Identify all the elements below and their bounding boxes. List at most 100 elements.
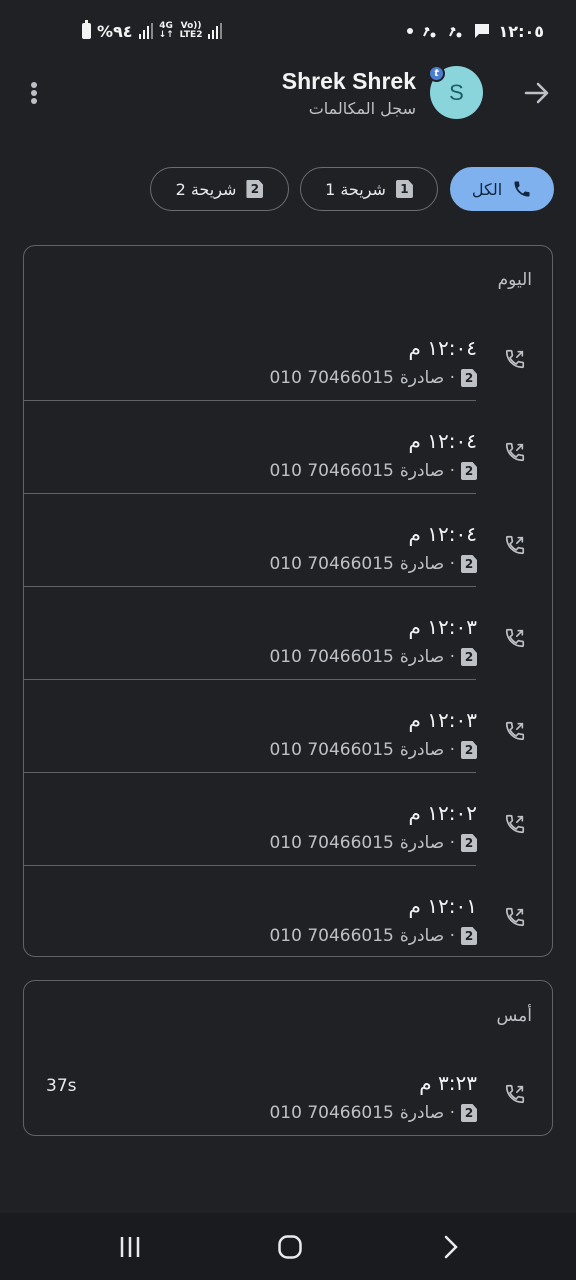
call-time: ١٢:٠٤ م bbox=[408, 522, 477, 546]
call-detail: 010 70466015 صادرة · 2 bbox=[269, 1103, 477, 1123]
network-4g-text: 4G bbox=[159, 21, 173, 31]
message-icon bbox=[474, 24, 489, 38]
sim1-icon: 1 bbox=[395, 180, 413, 198]
more-vert-icon bbox=[31, 98, 37, 104]
status-right: ١٢:٠٥ bbox=[406, 21, 544, 41]
call-detail: 010 70466015 صادرة · 2 bbox=[269, 740, 477, 760]
yesterday-section: أمس ٣:٢٣ م 010 70466015 صادرة · 2 37s bbox=[23, 980, 553, 1136]
sim2-icon-number: 2 bbox=[250, 182, 260, 196]
avatar-letter: S bbox=[449, 79, 464, 105]
avatar-badge-letter: t bbox=[434, 68, 439, 79]
call-log-entry[interactable]: ١٢:٠٤ م 010 70466015 صادرة · 2 bbox=[24, 401, 552, 494]
section-heading-today: اليوم bbox=[497, 270, 532, 290]
sim-number: 2 bbox=[464, 650, 474, 664]
sim-card-icon: 2 bbox=[461, 555, 477, 573]
home-icon[interactable] bbox=[277, 1234, 303, 1260]
filter-chip-sim2[interactable]: 2 شريحة 2 bbox=[150, 167, 289, 211]
app-bar: S t Shrek Shrek سجل المكالمات bbox=[0, 62, 576, 132]
call-log-entry[interactable]: ١٢:٠٤ م 010 70466015 صادرة · 2 bbox=[24, 308, 552, 401]
call-time: ١٢:٠٣ م bbox=[408, 708, 477, 732]
call-type: صادرة · bbox=[399, 554, 455, 574]
call-time: ١٢:٠٤ م bbox=[408, 336, 477, 360]
sim1-icon-number: 1 bbox=[400, 182, 409, 196]
back-arrow-icon[interactable] bbox=[522, 78, 552, 108]
recent-apps-icon[interactable] bbox=[117, 1234, 143, 1260]
signal-icon bbox=[208, 23, 223, 39]
phone-icon bbox=[514, 181, 530, 197]
filter-chip-all[interactable]: الكل bbox=[450, 167, 554, 211]
sim-card-icon: 2 bbox=[461, 834, 477, 852]
outgoing-call-icon bbox=[505, 628, 525, 648]
sim-card-icon: 2 bbox=[461, 741, 477, 759]
call-detail: 010 70466015 صادرة · 2 bbox=[269, 461, 477, 481]
missed-call-icon bbox=[422, 27, 436, 38]
phone-number: 010 70466015 bbox=[269, 554, 394, 574]
sim2-icon: 2 bbox=[246, 180, 264, 198]
avatar-badge: t bbox=[428, 65, 445, 82]
network-volte-label: Vo)) LTE2 bbox=[180, 22, 203, 40]
call-time: ٣:٢٣ م bbox=[419, 1071, 477, 1095]
call-time: ١٢:٠٣ م bbox=[408, 615, 477, 639]
call-duration: 37s bbox=[46, 1076, 77, 1096]
call-type: صادرة · bbox=[399, 926, 455, 946]
outgoing-call-icon bbox=[505, 907, 525, 927]
sim-number: 2 bbox=[464, 1106, 474, 1120]
battery-percent: %٩٤ bbox=[97, 21, 133, 41]
call-time: ١٢:٠١ م bbox=[408, 894, 477, 918]
sim-number: 2 bbox=[464, 929, 474, 943]
phone-number: 010 70466015 bbox=[269, 647, 394, 667]
sim-number: 2 bbox=[464, 743, 474, 757]
network-4g-label: 4G ↓↑ bbox=[158, 21, 174, 40]
back-nav-icon[interactable] bbox=[438, 1234, 464, 1260]
today-section: اليوم ١٢:٠٤ م 010 70466015 صادرة · 2 ١٢:٠٤ م… bbox=[23, 245, 553, 957]
sim-number: 2 bbox=[464, 371, 474, 385]
call-type: صادرة · bbox=[399, 461, 455, 481]
filter-all-label: الكل bbox=[471, 179, 503, 199]
call-detail: 010 70466015 صادرة · 2 bbox=[269, 647, 477, 667]
status-left: %٩٤ 4G ↓↑ Vo)) LTE2 bbox=[82, 20, 223, 41]
filter-chip-sim1[interactable]: 1 شريحة 1 bbox=[300, 167, 438, 211]
call-type: صادرة · bbox=[399, 368, 455, 388]
page-subtitle: سجل المكالمات bbox=[308, 99, 416, 118]
call-time: ١٢:٠٢ م bbox=[408, 801, 477, 825]
outgoing-call-icon bbox=[505, 442, 525, 462]
call-log-entry[interactable]: ١٢:٠٣ م 010 70466015 صادرة · 2 bbox=[24, 587, 552, 680]
phone-number: 010 70466015 bbox=[269, 368, 394, 388]
contact-name: Shrek Shrek bbox=[281, 68, 416, 94]
phone-number: 010 70466015 bbox=[269, 740, 394, 760]
phone-number: 010 70466015 bbox=[269, 833, 394, 853]
outgoing-call-icon bbox=[505, 814, 525, 834]
outgoing-call-icon bbox=[505, 535, 525, 555]
outgoing-call-icon bbox=[505, 721, 525, 741]
sim-number: 2 bbox=[464, 836, 474, 850]
filter-sim2-label: شريحة 2 bbox=[175, 179, 237, 199]
more-vert-icon bbox=[31, 82, 37, 88]
more-vert-icon bbox=[31, 90, 37, 96]
signal-icon bbox=[138, 23, 153, 39]
sim-card-icon: 2 bbox=[461, 648, 477, 666]
clock: ١٢:٠٥ bbox=[498, 21, 544, 41]
sim-number: 2 bbox=[464, 464, 474, 478]
call-log-entry[interactable]: ١٢:٠٤ م 010 70466015 صادرة · 2 bbox=[24, 494, 552, 587]
call-log-entry[interactable]: ١٢:٠٣ م 010 70466015 صادرة · 2 bbox=[24, 680, 552, 773]
outgoing-call-icon bbox=[505, 1084, 525, 1104]
call-log-entry[interactable]: ٣:٢٣ م 010 70466015 صادرة · 2 37s bbox=[24, 1043, 552, 1136]
outgoing-call-icon bbox=[505, 349, 525, 369]
section-heading-yesterday: أمس bbox=[496, 1006, 532, 1026]
call-log-screen: %٩٤ 4G ↓↑ Vo)) LTE2 ١٢:٠٥ S t Shrek Shrek … bbox=[0, 0, 576, 1280]
call-log-entry[interactable]: ١٢:٠١ م 010 70466015 صادرة · 2 bbox=[24, 866, 552, 959]
status-bar: %٩٤ 4G ↓↑ Vo)) LTE2 ١٢:٠٥ bbox=[0, 0, 576, 62]
call-time: ١٢:٠٤ م bbox=[408, 429, 477, 453]
sim-card-icon: 2 bbox=[461, 462, 477, 480]
call-log-entry[interactable]: ١٢:٠٢ م 010 70466015 صادرة · 2 bbox=[24, 773, 552, 866]
call-detail: 010 70466015 صادرة · 2 bbox=[269, 926, 477, 946]
call-detail: 010 70466015 صادرة · 2 bbox=[269, 368, 477, 388]
notification-dot-icon bbox=[406, 28, 413, 34]
more-options-button[interactable] bbox=[22, 78, 46, 108]
sim-card-icon: 2 bbox=[461, 1104, 477, 1122]
sim-card-icon: 2 bbox=[461, 927, 477, 945]
phone-number: 010 70466015 bbox=[269, 1103, 394, 1123]
call-type: صادرة · bbox=[399, 647, 455, 667]
network-lte2-text: LTE2 bbox=[179, 30, 203, 40]
battery-icon bbox=[82, 20, 91, 39]
